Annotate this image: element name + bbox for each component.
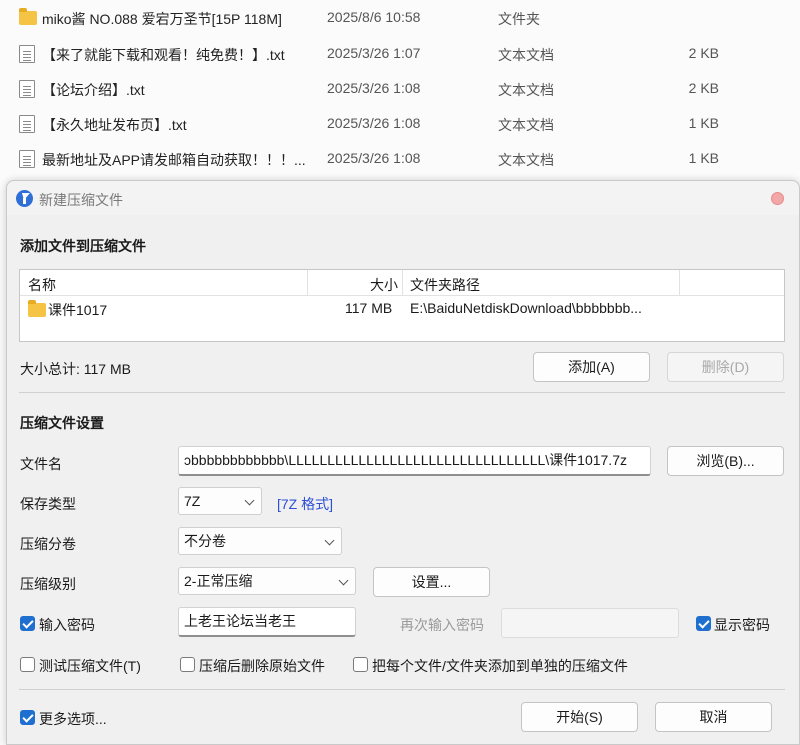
- filename-label: 文件名: [20, 456, 62, 472]
- split-select[interactable]: 不分卷: [178, 527, 342, 555]
- file-type: 文本文档: [498, 82, 554, 98]
- password-checkbox[interactable]: [20, 616, 35, 631]
- folder-icon: [19, 8, 37, 25]
- password-label: 输入密码: [39, 617, 95, 633]
- delete-original-checkbox[interactable]: [180, 657, 195, 672]
- file-type: 文本文档: [498, 152, 554, 168]
- dialog-title: 新建压缩文件: [39, 192, 123, 208]
- column-divider: [679, 270, 680, 295]
- app-logo-icon: [16, 190, 33, 207]
- file-date: 2025/3/26 1:07: [327, 45, 421, 61]
- row-name: 课件1017: [48, 302, 108, 318]
- chevron-down-icon: [338, 575, 349, 586]
- delete-original-label: 压缩后删除原始文件: [199, 658, 325, 674]
- separate-archives-label: 把每个文件/文件夹添加到单独的压缩文件: [372, 658, 628, 674]
- settings-section-title: 压缩文件设置: [20, 415, 104, 431]
- column-divider: [402, 270, 403, 295]
- file-type: 文件夹: [498, 11, 540, 27]
- file-size: 2 KB: [688, 45, 719, 61]
- file-name: miko酱 NO.088 爱宕万圣节[15P 118M]: [42, 11, 282, 27]
- file-date: 2025/8/6 10:58: [327, 9, 421, 25]
- file-type: 文本文档: [498, 117, 554, 133]
- save-type-value: 7Z: [184, 493, 201, 509]
- file-list[interactable]: 名称 大小 文件夹路径 课件1017 117 MB E:\BaiduNetdis…: [19, 269, 785, 342]
- divider: [19, 392, 785, 393]
- more-options-checkbox[interactable]: [20, 710, 35, 725]
- explorer-row[interactable]: 最新地址及APP请发邮箱自动获取！！！... 2025/3/26 1:08 文本…: [0, 141, 800, 176]
- show-password-label: 显示密码: [714, 617, 770, 633]
- file-size: 1 KB: [688, 150, 719, 166]
- more-options-label: 更多选项...: [39, 711, 107, 727]
- file-list-row[interactable]: 课件1017 117 MB E:\BaiduNetdiskDownload\bb…: [20, 297, 784, 319]
- new-archive-dialog: 新建压缩文件 添加文件到压缩文件 名称 大小 文件夹路径 课件1017 117 …: [6, 180, 800, 745]
- test-archive-checkbox[interactable]: [20, 657, 35, 672]
- text-file-icon: [19, 115, 35, 133]
- save-type-select[interactable]: 7Z: [178, 487, 262, 515]
- start-button[interactable]: 开始(S): [521, 702, 638, 732]
- file-date: 2025/3/26 1:08: [327, 80, 421, 96]
- column-size[interactable]: 大小: [370, 275, 398, 295]
- file-name: 【来了就能下载和观看！纯免费！】.txt: [42, 47, 285, 63]
- filename-input[interactable]: ɔbbbbbbbbbbbb\LLLLLLLLLLLLLLLLLLLLLLLLLL…: [178, 446, 651, 476]
- browse-button[interactable]: 浏览(B)...: [667, 446, 784, 476]
- file-name: 【永久地址发布页】.txt: [42, 117, 187, 133]
- file-name: 最新地址及APP请发邮箱自动获取！！！...: [42, 152, 306, 168]
- repeat-password-input[interactable]: [501, 608, 679, 638]
- save-type-label: 保存类型: [20, 496, 76, 512]
- settings-button[interactable]: 设置...: [373, 567, 490, 597]
- text-file-icon: [19, 80, 35, 98]
- level-value: 2-正常压缩: [184, 573, 253, 589]
- explorer-row[interactable]: 【永久地址发布页】.txt 2025/3/26 1:08 文本文档 1 KB: [0, 106, 800, 141]
- file-explorer-list: miko酱 NO.088 爱宕万圣节[15P 118M] 2025/8/6 10…: [0, 0, 800, 190]
- title-bar[interactable]: 新建压缩文件: [7, 181, 799, 215]
- column-path[interactable]: 文件夹路径: [410, 275, 480, 295]
- split-value: 不分卷: [184, 533, 226, 549]
- file-list-header: 名称 大小 文件夹路径: [20, 270, 784, 296]
- cancel-button[interactable]: 取消: [655, 702, 772, 732]
- test-archive-label: 测试压缩文件(T): [39, 658, 141, 674]
- add-button[interactable]: 添加(A): [533, 352, 650, 382]
- column-name[interactable]: 名称: [28, 275, 56, 295]
- file-date: 2025/3/26 1:08: [327, 115, 421, 131]
- add-section-title: 添加文件到压缩文件: [20, 238, 146, 254]
- level-select[interactable]: 2-正常压缩: [178, 567, 356, 595]
- file-type: 文本文档: [498, 47, 554, 63]
- explorer-row[interactable]: miko酱 NO.088 爱宕万圣节[15P 118M] 2025/8/6 10…: [0, 0, 800, 35]
- text-file-icon: [19, 150, 35, 168]
- password-input[interactable]: 上老王论坛当老王: [178, 607, 356, 637]
- file-size: 2 KB: [688, 80, 719, 96]
- file-name: 【论坛介绍】.txt: [42, 82, 145, 98]
- show-password-checkbox[interactable]: [696, 616, 711, 631]
- split-label: 压缩分卷: [20, 536, 76, 552]
- file-size: 1 KB: [688, 115, 719, 131]
- chevron-down-icon: [324, 535, 335, 546]
- row-size: 117 MB: [345, 300, 393, 316]
- repeat-password-label: 再次输入密码: [400, 617, 484, 633]
- separate-archives-checkbox[interactable]: [353, 657, 368, 672]
- format-link[interactable]: [7Z 格式]: [277, 494, 333, 514]
- explorer-row[interactable]: 【来了就能下载和观看！纯免费！】.txt 2025/3/26 1:07 文本文档…: [0, 36, 800, 71]
- chevron-down-icon: [244, 495, 255, 506]
- explorer-row[interactable]: 【论坛介绍】.txt 2025/3/26 1:08 文本文档 2 KB: [0, 71, 800, 106]
- file-date: 2025/3/26 1:08: [327, 150, 421, 166]
- folder-icon: [28, 300, 46, 317]
- level-label: 压缩级别: [20, 576, 76, 592]
- close-icon[interactable]: [771, 192, 784, 205]
- divider: [19, 689, 785, 690]
- text-file-icon: [19, 45, 35, 63]
- column-divider: [307, 270, 308, 295]
- row-path: E:\BaiduNetdiskDownload\bbbbbbb...: [410, 300, 642, 316]
- delete-button[interactable]: 删除(D): [667, 352, 784, 382]
- total-size: 大小总计: 117 MB: [20, 361, 131, 377]
